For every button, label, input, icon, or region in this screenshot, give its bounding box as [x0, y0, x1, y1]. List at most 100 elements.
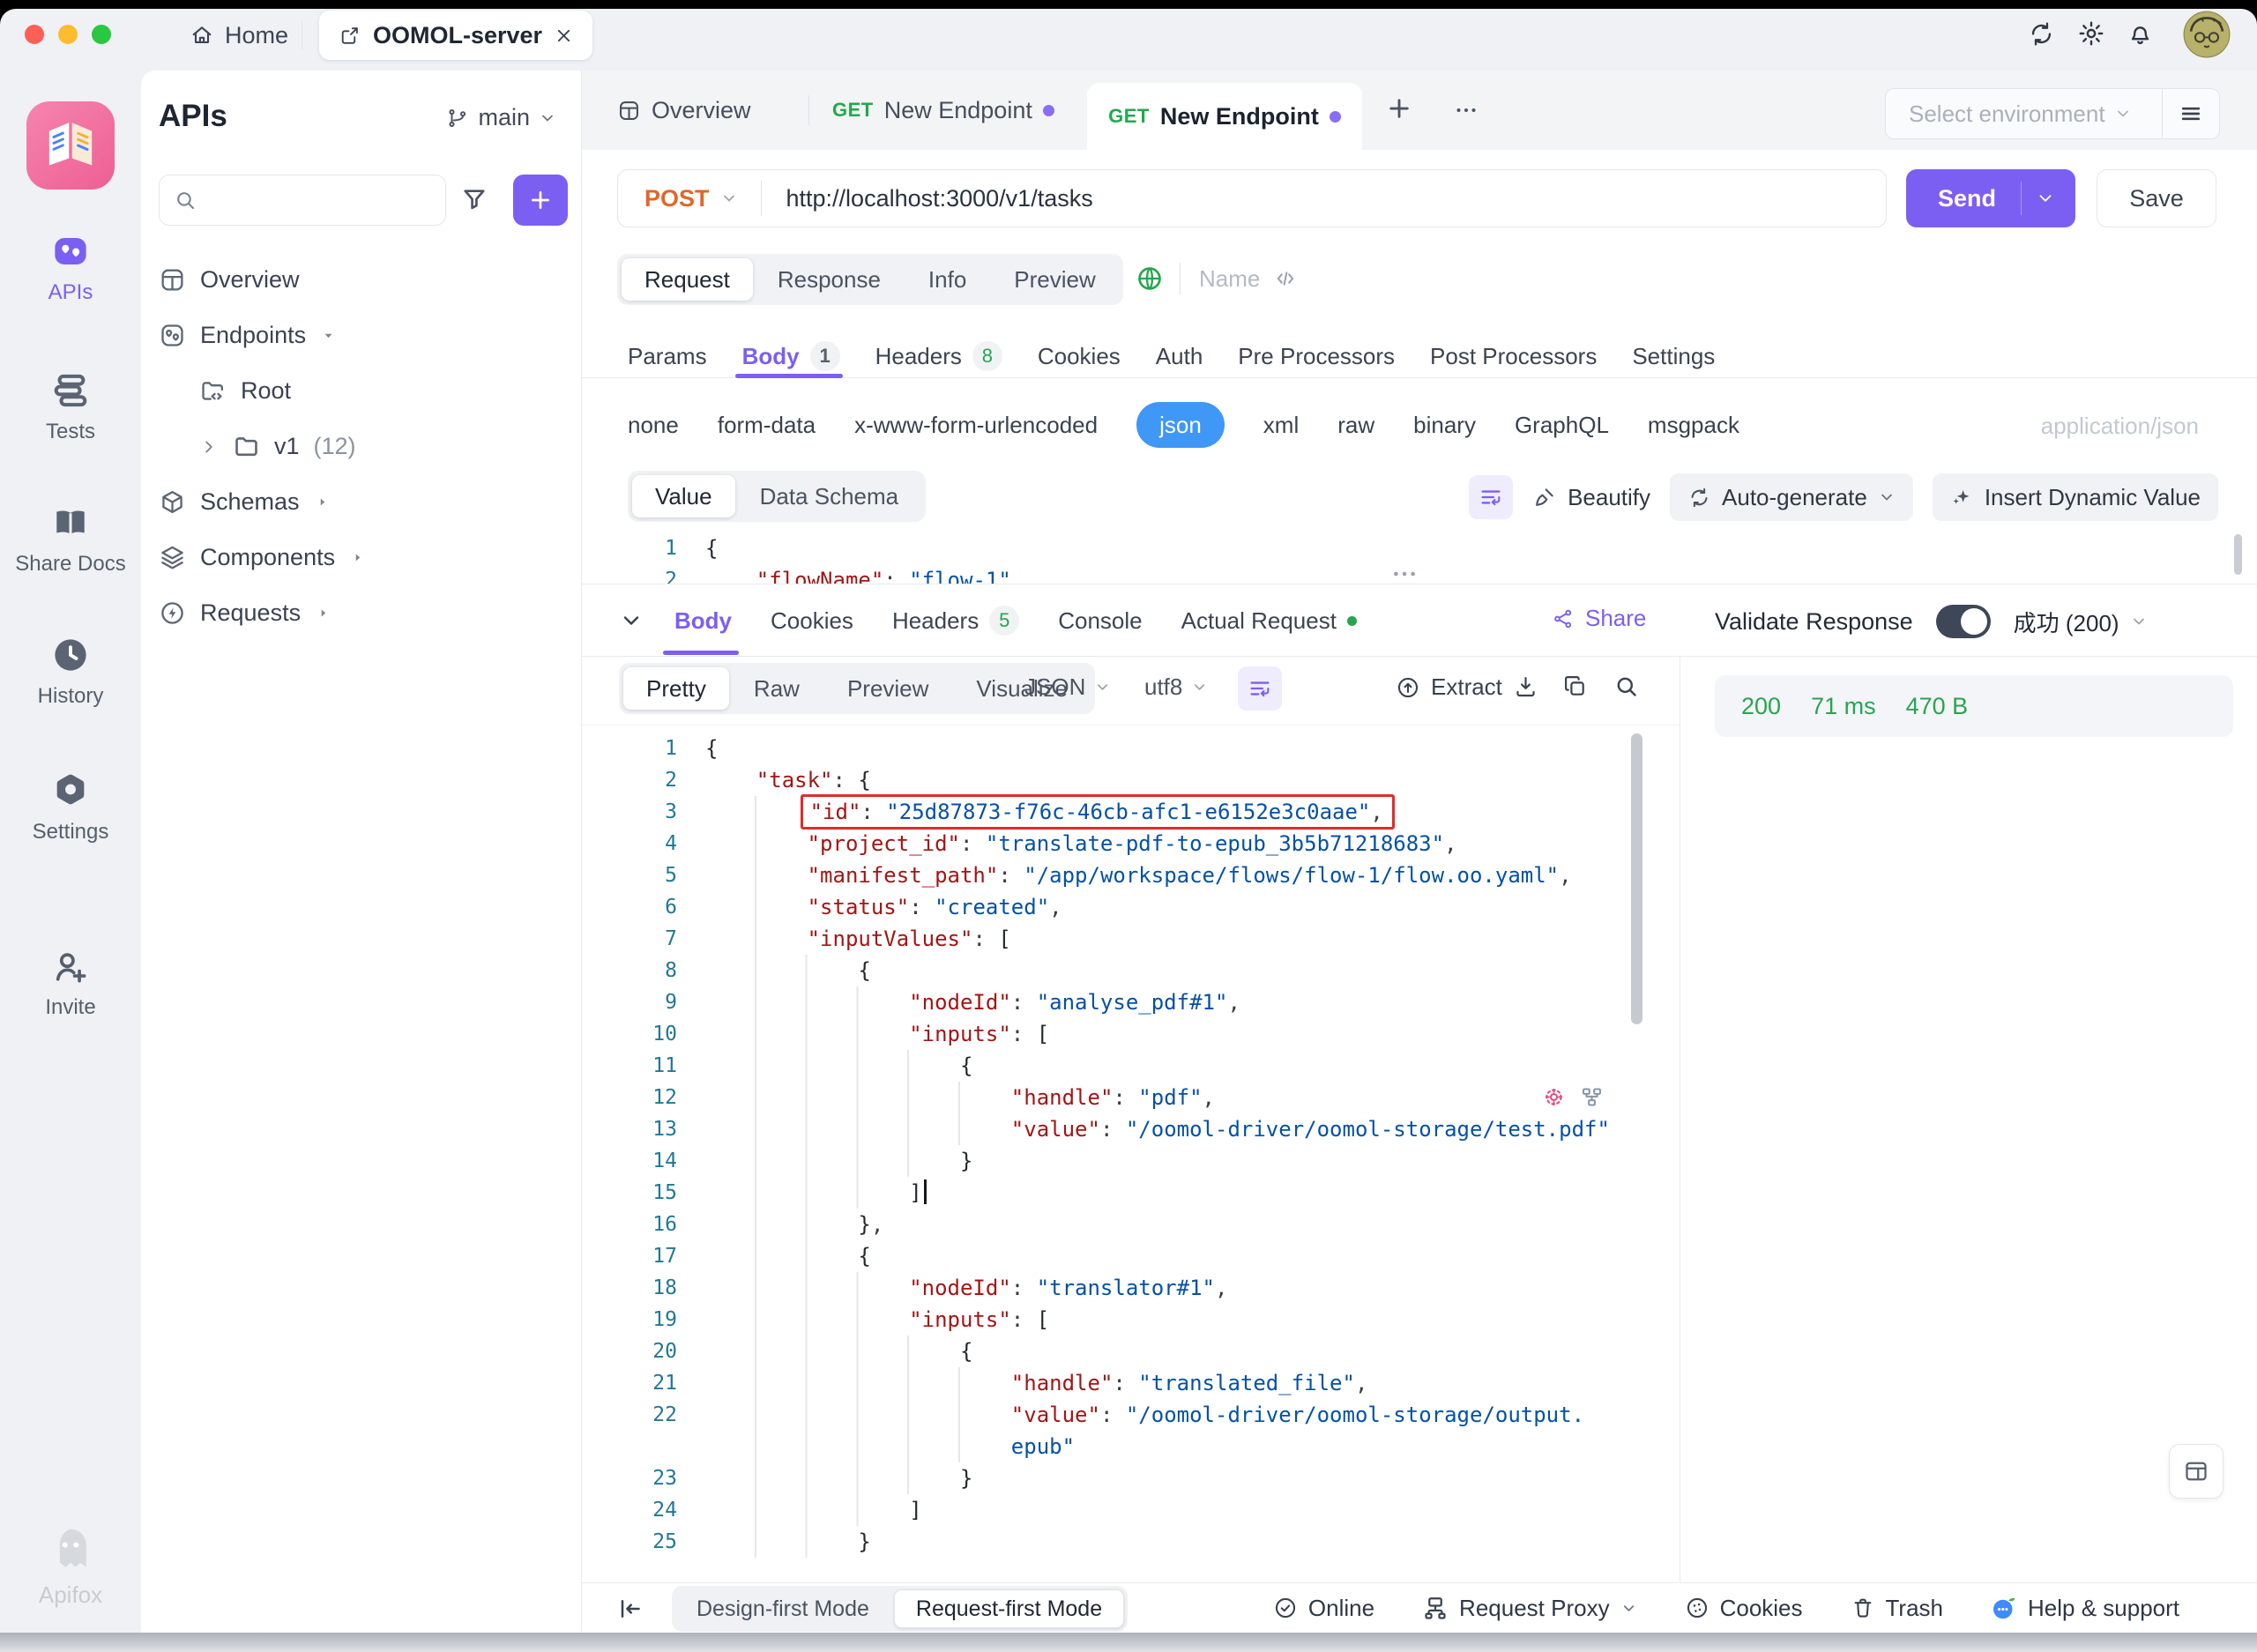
project-tab[interactable]: OOMOL-server: [319, 11, 592, 60]
layout-panel-button[interactable]: [2169, 1444, 2223, 1499]
sidebar-item-settings[interactable]: Settings: [0, 770, 141, 845]
body-type-x-www-form-urlencoded[interactable]: x-www-form-urlencoded: [854, 412, 1098, 439]
response-view-raw[interactable]: Raw: [731, 667, 823, 710]
view-tab-info[interactable]: Info: [905, 258, 989, 301]
format-select[interactable]: JSON: [1024, 673, 1111, 701]
response-tab-actual-request[interactable]: Actual Request: [1181, 607, 1357, 635]
trash-button[interactable]: Trash: [1851, 1595, 1944, 1622]
request-tab-auth[interactable]: Auth: [1156, 343, 1203, 370]
request-tab-headers[interactable]: Headers8: [875, 341, 1002, 371]
response-tab-console[interactable]: Console: [1058, 607, 1142, 635]
response-view-pretty[interactable]: Pretty: [623, 667, 729, 710]
extract-button[interactable]: Extract: [1396, 673, 1502, 701]
expected-response-select[interactable]: 成功 (200): [2014, 606, 2148, 638]
insert-dynamic-value-button[interactable]: Insert Dynamic Value: [1933, 473, 2218, 521]
send-button[interactable]: Send: [1906, 169, 2075, 227]
collapse-sidebar-icon[interactable]: [617, 1596, 644, 1622]
view-tab-preview[interactable]: Preview: [991, 258, 1118, 301]
environment-menu-icon[interactable]: [2179, 101, 2203, 126]
globe-icon[interactable]: [1136, 264, 1164, 293]
request-tab-post-processors[interactable]: Post Processors: [1430, 343, 1597, 370]
body-editor-tab-value[interactable]: Value: [632, 475, 735, 517]
request-tab-body[interactable]: Body1: [742, 341, 840, 371]
branch-selector[interactable]: main: [446, 104, 556, 131]
body-type-raw[interactable]: raw: [1337, 412, 1374, 439]
body-type-msgpack[interactable]: msgpack: [1648, 412, 1739, 439]
more-tabs-icon[interactable]: [1453, 97, 1479, 123]
response-wrap-button[interactable]: [1238, 666, 1282, 711]
doc-tab-new-endpoint[interactable]: GETNew Endpoint: [1108, 103, 1341, 130]
response-body-viewer[interactable]: 1{2"task": {3"id": "25d87873-f76c-46cb-a…: [582, 725, 1680, 1582]
request-body-editor[interactable]: 1{2"flowName": "flow-1": [582, 532, 2257, 584]
body-type-binary[interactable]: binary: [1413, 412, 1476, 439]
request-proxy-button[interactable]: Request Proxy: [1422, 1595, 1637, 1622]
tree-item-v1[interactable]: v1(12): [159, 419, 572, 474]
sidebar-item-share-docs[interactable]: Share Docs: [0, 502, 141, 577]
validate-toggle[interactable]: [1936, 605, 1991, 638]
new-tab-button[interactable]: [1386, 95, 1412, 122]
home-tab[interactable]: Home: [190, 18, 288, 53]
sidebar-item-tests[interactable]: Tests: [0, 370, 141, 444]
mode-design-first-mode[interactable]: Design-first Mode: [675, 1589, 890, 1628]
download-icon[interactable]: [1513, 673, 1538, 699]
name-placeholder[interactable]: Name: [1199, 265, 1260, 293]
mode-request-first-mode[interactable]: Request-first Mode: [894, 1589, 1124, 1628]
doc-tab-overview[interactable]: Overview: [617, 97, 751, 124]
request-tab-params[interactable]: Params: [628, 343, 707, 370]
tree-item-requests[interactable]: Requests: [159, 585, 572, 641]
response-tab-body[interactable]: Body: [674, 607, 732, 635]
collapse-response-chevron-icon[interactable]: [619, 608, 644, 633]
add-endpoint-button[interactable]: [513, 175, 568, 226]
jsonpath-icon[interactable]: [1580, 1085, 1604, 1109]
body-type-form-data[interactable]: form-data: [718, 412, 816, 439]
tree-item-overview[interactable]: Overview: [159, 252, 572, 308]
editor-scrollbar[interactable]: [2234, 534, 2242, 575]
body-type-none[interactable]: none: [628, 412, 679, 439]
body-type-graphql[interactable]: GraphQL: [1515, 412, 1609, 439]
wrap-toggle-button[interactable]: [1469, 475, 1513, 519]
request-tab-settings[interactable]: Settings: [1632, 343, 1715, 370]
cookies-button[interactable]: Cookies: [1685, 1595, 1803, 1622]
close-window-button[interactable]: [25, 25, 44, 44]
invite-button[interactable]: Invite: [0, 948, 141, 1020]
request-tab-cookies[interactable]: Cookies: [1038, 343, 1121, 370]
gear-icon[interactable]: [2077, 19, 2105, 48]
body-editor-tab-data-schema[interactable]: Data Schema: [737, 475, 922, 517]
search-input[interactable]: [159, 175, 446, 226]
charset-select[interactable]: utf8: [1144, 673, 1208, 701]
sidebar-item-history[interactable]: History: [0, 635, 141, 709]
minimize-window-button[interactable]: [58, 25, 78, 44]
response-view-preview[interactable]: Preview: [824, 667, 951, 710]
save-button[interactable]: Save: [2097, 169, 2216, 227]
request-tab-pre-processors[interactable]: Pre Processors: [1238, 343, 1395, 370]
share-button[interactable]: Share: [1552, 605, 1646, 632]
tree-item-root[interactable]: Root: [159, 363, 572, 419]
bell-icon[interactable]: [2127, 19, 2154, 47]
zoom-window-button[interactable]: [92, 25, 111, 44]
help-support-button[interactable]: Help & support: [1991, 1595, 2179, 1622]
workspace-logo[interactable]: [26, 101, 115, 190]
close-tab-icon[interactable]: [555, 26, 573, 45]
view-tab-request[interactable]: Request: [622, 258, 753, 301]
extract-field-icon[interactable]: [1542, 1085, 1566, 1109]
response-tab-headers[interactable]: Headers5: [892, 606, 1019, 636]
send-options-chevron-icon[interactable]: [2036, 189, 2055, 208]
environment-select[interactable]: Select environment: [1885, 88, 2220, 139]
method-select[interactable]: POST: [644, 185, 710, 212]
beautify-button[interactable]: Beautify: [1532, 484, 1650, 511]
online-status[interactable]: Online: [1273, 1595, 1374, 1622]
filter-icon[interactable]: [460, 185, 488, 213]
search-response-icon[interactable]: [1613, 673, 1639, 699]
tree-item-components[interactable]: Components: [159, 530, 572, 585]
copy-icon[interactable]: [1562, 673, 1588, 699]
sync-icon[interactable]: [2028, 20, 2055, 48]
url-input[interactable]: http://localhost:3000/v1/tasks: [786, 185, 1093, 212]
auto-generate-button[interactable]: Auto-generate: [1670, 473, 1913, 521]
doc-tab-new-endpoint[interactable]: GETNew Endpoint: [832, 97, 1054, 124]
sidebar-item-apis[interactable]: APIs: [0, 231, 141, 305]
tree-item-schemas[interactable]: Schemas: [159, 474, 572, 530]
body-type-json[interactable]: json: [1136, 402, 1225, 448]
response-tab-cookies[interactable]: Cookies: [771, 607, 853, 635]
response-scrollbar[interactable]: [1631, 733, 1642, 1024]
view-tab-response[interactable]: Response: [755, 258, 904, 301]
